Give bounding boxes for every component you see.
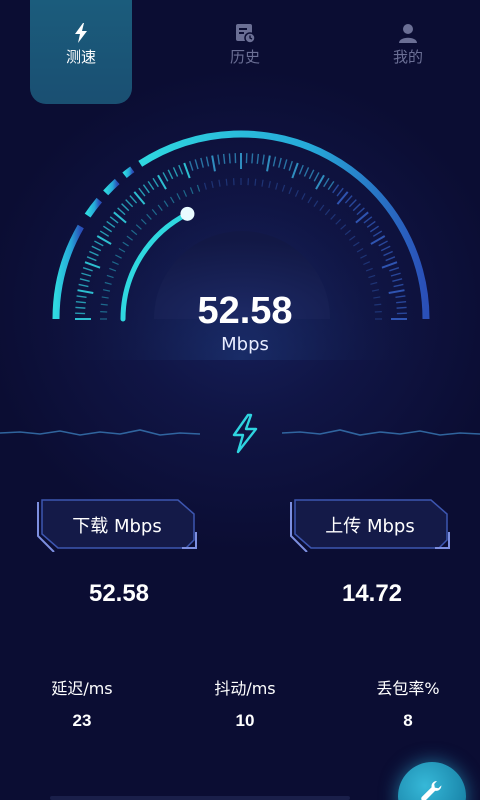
stat-label: 延迟/ms [51, 679, 113, 698]
gauge-tick [251, 153, 254, 164]
home-indicator [50, 796, 350, 800]
gauge-minor-tick [225, 178, 228, 186]
stat-value: 10 [235, 711, 255, 730]
speed-unit: Mbps [221, 334, 269, 355]
gauge-minor-tick [100, 303, 108, 306]
upload-label: 上传 Mbps [325, 516, 415, 537]
wrench-icon [421, 781, 442, 800]
upload-value: 14.72 [341, 580, 403, 607]
stat-latency: 延迟/ms 23 [22, 675, 142, 731]
gauge-arc-segment [122, 166, 135, 178]
gauge-tick [396, 306, 407, 309]
upload-label-box: 上传 Mbps [289, 496, 451, 552]
speed-value: 52.58 [197, 290, 293, 332]
gauge-needle-knob [180, 206, 195, 221]
gauge-minor-tick [254, 178, 257, 186]
tab-label: 测速 [65, 48, 96, 66]
gauge-tick [75, 306, 86, 309]
user-icon [399, 24, 417, 43]
download-value: 52.58 [88, 580, 150, 607]
bolt-icon [232, 413, 258, 454]
speed-gauge: 52.58 Mbps [0, 120, 480, 360]
gauge-minor-tick [374, 303, 382, 306]
calendar-clock-icon [236, 24, 256, 44]
tools-button[interactable] [398, 762, 466, 800]
stat-value: 8 [403, 711, 413, 730]
gauge-tick [228, 153, 231, 164]
signal-wave [0, 413, 480, 454]
tab-label: 历史 [229, 48, 260, 66]
speed-test-screen: 测速 历史 我的 52.58 Mbps 下载 Mbps 52.58 上传 Mbp… [0, 0, 480, 800]
tab-label: 我的 [392, 48, 423, 66]
tab-speed-test[interactable]: 测速 [30, 0, 132, 104]
tab-history[interactable]: 历史 [195, 0, 295, 104]
download-label-box: 下载 Mbps [36, 496, 198, 552]
stat-label: 抖动/ms [214, 679, 276, 698]
stat-packet-loss: 丢包率% 8 [348, 675, 468, 731]
stat-label: 丢包率% [376, 679, 440, 698]
stat-jitter: 抖动/ms 10 [185, 675, 305, 731]
tab-bar: 测速 历史 我的 [0, 0, 480, 105]
download-label: 下载 Mbps [72, 516, 162, 537]
tab-profile[interactable]: 我的 [360, 0, 456, 104]
stat-value: 23 [72, 711, 92, 730]
bolt-icon [75, 23, 87, 43]
